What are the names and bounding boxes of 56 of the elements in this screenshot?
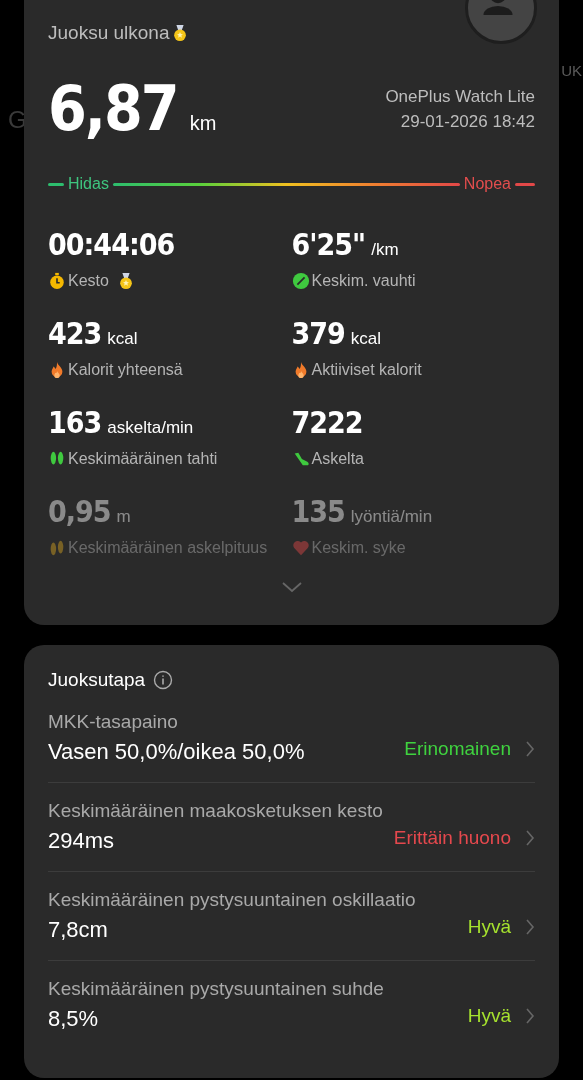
chevron-right-icon — [525, 1007, 535, 1025]
heart-icon — [291, 539, 310, 557]
metric-value: 7,8cm — [48, 917, 109, 943]
metric-value: 423 — [48, 316, 102, 351]
distance-value: 6,87 — [48, 72, 178, 145]
chevron-right-icon — [525, 740, 535, 758]
chevron-right-icon — [525, 918, 535, 936]
rating-label: Hyvä — [467, 916, 511, 938]
running-form-row[interactable]: Keskimääräinen pystysuuntainen suhde 8,5% Hyvä — [48, 960, 535, 1049]
slow-label: Hidas — [68, 175, 109, 193]
metric-label: Aktiiviset kalorit — [311, 361, 422, 379]
device-name: OnePlus Watch Lite — [385, 86, 535, 108]
metric-label: Keskimääräinen pystysuuntainen suhde — [48, 978, 385, 1000]
metric-value: 163 — [48, 405, 102, 440]
running-form-row[interactable]: Keskimääräinen maakosketuksen kesto 294ms Erittäin huono — [48, 782, 535, 871]
metric-label: Keskimääräinen askelpituus — [68, 539, 268, 557]
metric-label: Keskimääräinen tahti — [68, 450, 218, 468]
metric-value: 00:44:06 — [48, 227, 175, 262]
metric-unit: /km — [371, 240, 399, 260]
chevron-down-icon[interactable] — [280, 581, 303, 593]
rating-label: Hyvä — [467, 1005, 511, 1027]
chevron-right-icon — [525, 829, 535, 847]
rating-label: Erinomainen — [404, 738, 511, 760]
metric-label: Keskimääräinen pystysuuntainen oskillaatio — [48, 889, 417, 911]
footprints-icon — [48, 539, 66, 557]
workout-datetime: 29-01-2026 18:42 — [400, 111, 535, 133]
metric-value: 294ms — [48, 828, 116, 854]
metric-value: 6'25" — [291, 227, 366, 262]
running-form-row[interactable]: Keskimääräinen pystysuuntainen oskillaatio 7,8cm Hyvä — [48, 871, 535, 960]
metric-value: Vasen 50,0%/oikea 50,0% — [48, 739, 306, 765]
metric-value: 379 — [291, 316, 345, 351]
rating-label: Erittäin huono — [393, 827, 511, 849]
metric-label: MKK-tasapaino — [48, 711, 179, 733]
metric-value: 0,95 — [48, 494, 111, 529]
stopwatch-icon — [48, 272, 66, 290]
running-form-row[interactable]: MKK-tasapaino Vasen 50,0%/oikea 50,0% Erinomainen — [48, 705, 535, 782]
metric-label: Keskim. vauhti — [311, 272, 416, 290]
metric-label: Askelta — [311, 450, 364, 468]
metric-value: 8,5% — [48, 1006, 100, 1032]
info-icon[interactable] — [153, 670, 174, 690]
distance-unit: km — [189, 112, 217, 135]
metric-unit: askelta/min — [107, 418, 194, 438]
section-title: Juoksutapa — [48, 669, 146, 691]
workout-title: Juoksu ulkona — [48, 22, 170, 44]
metric-value: 135 — [291, 494, 345, 529]
metric-unit: kcal — [350, 329, 382, 349]
metric-label: Keskim. syke — [311, 539, 406, 557]
metric-unit: kcal — [107, 329, 138, 349]
metric-label: Keskimääräinen maakosketuksen kesto — [48, 800, 384, 822]
metric-label: Kalorit yhteensä — [68, 361, 183, 379]
metric-value: 7222 — [291, 405, 363, 440]
fast-label: Nopea — [463, 175, 511, 193]
metric-label: Kesto — [68, 272, 109, 290]
background-text: UK — [561, 62, 582, 79]
metric-unit: lyöntiä/min — [350, 507, 433, 527]
metric-unit: m — [116, 507, 131, 527]
